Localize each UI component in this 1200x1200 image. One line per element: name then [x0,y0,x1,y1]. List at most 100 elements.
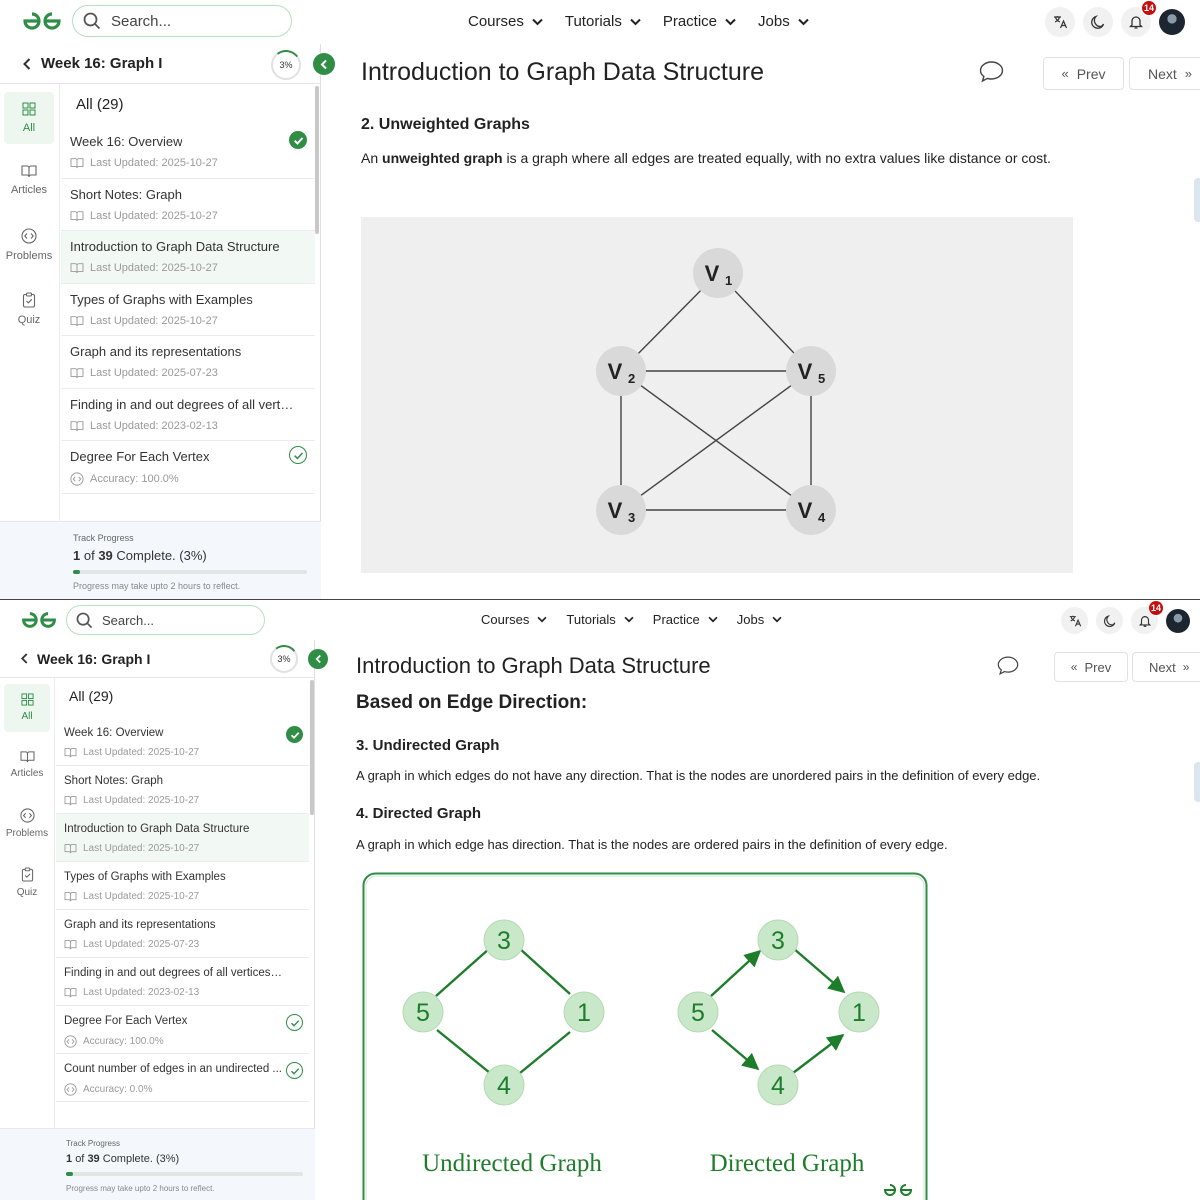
nav-jobs[interactable]: Jobs [737,612,782,627]
site-header: Search... Courses Tutorials Practice Job… [0,600,1200,640]
nav-courses[interactable]: Courses [468,13,543,30]
list-item[interactable]: Finding in and out degrees of all vertic… [56,958,309,1006]
rail-quiz[interactable]: Quiz [4,292,54,326]
prev-button[interactable]: «Prev [1043,57,1124,90]
next-button[interactable]: Next» [1129,57,1200,90]
notification-badge: 14 [1141,0,1157,16]
nav-tutorials[interactable]: Tutorials [566,612,634,627]
moon-icon [1103,614,1115,627]
side-feedback-tab[interactable] [1194,178,1200,222]
list-item[interactable]: Types of Graphs with Examples Last Update… [61,284,315,336]
chevron-down-icon [630,18,641,25]
chevron-left-icon[interactable] [22,57,32,71]
rail-articles[interactable]: Articles [4,750,50,779]
avatar[interactable] [1159,9,1185,35]
completion-status [286,726,303,743]
list-item-title: Week 16: Overview [70,134,183,149]
svg-text:4: 4 [771,1072,785,1100]
list-item[interactable]: Introduction to Graph Data Structure Last… [61,231,315,284]
rail-all[interactable]: All [4,684,50,732]
book-icon [64,844,77,854]
rail-problems[interactable]: Problems [4,808,50,839]
list-item-meta: Last Updated: 2025-10-27 [70,210,218,222]
list-item[interactable]: Graph and its representations Last Update… [56,910,309,958]
nav-tutorials[interactable]: Tutorials [565,13,641,30]
dark-mode-button[interactable] [1083,7,1113,37]
gfg-logo[interactable] [20,10,64,32]
list-item[interactable]: Short Notes: Graph Last Updated: 2025-10-… [56,766,309,814]
chevron-down-icon [537,616,547,623]
grid-icon [20,693,34,706]
code-icon [19,808,35,823]
track-progress-note: Progress may take upto 2 hours to reflec… [73,581,241,591]
nav-jobs[interactable]: Jobs [758,13,809,30]
list-item[interactable]: Graph and its representations Last Update… [61,336,315,389]
clipboard-icon [21,867,33,882]
list-item[interactable]: Introduction to Graph Data Structure Last… [56,814,309,862]
sidebar-header: Week 16: Graph I [0,640,314,678]
graph-node-v5: V5 [786,346,836,396]
search-input[interactable]: Search... [66,605,265,635]
search-placeholder: Search... [102,612,155,628]
next-button[interactable]: Next» [1132,652,1200,682]
translate-button[interactable] [1061,607,1088,634]
side-feedback-tab[interactable] [1194,762,1200,802]
gfg-logo[interactable] [18,610,60,630]
dark-mode-button[interactable] [1096,607,1123,634]
collapse-sidebar-button[interactable] [313,53,335,75]
list-item[interactable]: Types of Graphs with Examples Last Update… [56,862,309,910]
svg-text:1: 1 [725,273,732,288]
comment-icon[interactable] [997,655,1019,676]
sidebar-scrollbar[interactable] [315,86,319,234]
avatar[interactable] [1166,608,1190,633]
notification-button[interactable]: 14 [1121,0,1157,37]
nav-courses[interactable]: Courses [481,612,547,627]
clipboard-icon [22,292,36,308]
book-icon [70,158,84,169]
directed-heading: 4. Directed Graph [356,805,482,822]
unweighted-graph-figure: V1 V2 V5 V3 V4 [361,217,1073,573]
undirected-node-1: 1 [563,991,605,1033]
list-item[interactable]: Week 16: Overview Last Updated: 2025-10-2… [56,718,309,766]
list-item[interactable]: Finding in and out degrees of all vertic… [61,389,315,441]
list-item-meta: Last Updated: 2025-10-27 [70,315,218,327]
comment-icon[interactable] [979,60,1004,83]
sidebar-scrollbar[interactable] [310,680,314,815]
section-paragraph: An unweighted graph is a graph where all… [361,150,1051,166]
translate-button[interactable] [1045,7,1075,37]
collapse-sidebar-button[interactable] [308,649,328,669]
check-icon [290,1019,299,1027]
rail-quiz[interactable]: Quiz [4,867,50,898]
list-item-title: Graph and its representations [70,344,242,359]
svg-text:5: 5 [818,371,825,386]
nav-practice[interactable]: Practice [653,612,718,627]
translate-icon [1054,16,1068,29]
list-item[interactable]: Degree For Each Vertex Accuracy: 100.0% [61,441,315,494]
progress-ring: 3% [269,48,303,82]
svg-text:V: V [798,359,813,384]
list-item[interactable]: Count number of edges in an undirected .… [56,1054,309,1102]
screenshot-top: Search... Courses Tutorials Practice Job… [0,0,1200,599]
rail-problems[interactable]: Problems [4,228,54,262]
svg-text:1: 1 [852,999,866,1027]
list-item[interactable]: Degree For Each Vertex Accuracy: 100.0% [56,1006,309,1054]
list-item-title: Graph and its representations [64,919,216,931]
chevron-left-icon[interactable] [20,652,29,665]
site-header: Search... Courses Tutorials Practice Job… [0,0,1200,44]
rail-all[interactable]: All [4,92,54,144]
list-item[interactable]: Short Notes: Graph Last Updated: 2025-10-… [61,179,315,231]
prev-button[interactable]: «Prev [1054,652,1128,682]
search-input[interactable]: Search... [72,5,292,37]
list-item-meta: Accuracy: 100.0% [70,472,179,486]
all-count-label: All (29) [76,96,124,113]
nav-practice[interactable]: Practice [663,13,736,30]
screenshot-bottom: Search... Courses Tutorials Practice Job… [0,600,1200,1200]
list-item[interactable]: Week 16: Overview Last Updated: 2025-10-2… [61,126,315,179]
double-chevron-right-icon: » [1184,66,1193,81]
code-icon [64,1083,77,1096]
main-nav: Courses Tutorials Practice Jobs [481,612,801,627]
notification-button[interactable]: 14 [1131,600,1164,634]
notification-badge: 14 [1148,600,1164,616]
list-item-title: Types of Graphs with Examples [64,871,226,883]
rail-articles[interactable]: Articles [4,164,54,196]
